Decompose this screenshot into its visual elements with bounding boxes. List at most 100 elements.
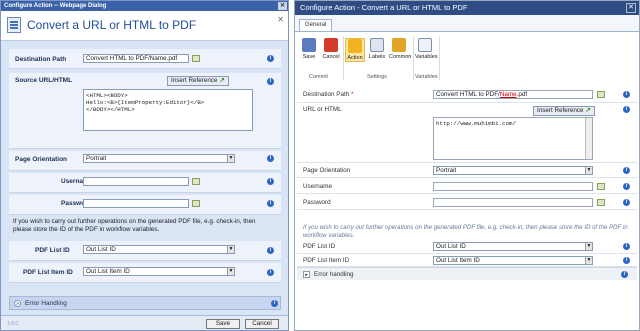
chevron-down-icon: ▼ xyxy=(585,243,592,250)
action-button[interactable]: Action xyxy=(345,38,365,62)
close-icon[interactable]: ✕ xyxy=(626,3,636,13)
expand-icon[interactable]: » xyxy=(14,300,21,307)
error-handling-section[interactable]: » Error Handling i xyxy=(9,296,281,310)
source-label: URL or HTML xyxy=(303,106,342,113)
orientation-row: Page Orientation Portrait ▼ i xyxy=(297,164,637,178)
error-handling-label: Error handling xyxy=(314,271,354,278)
destination-row: Destination Path Convert HTML to PDF/Nam… xyxy=(9,49,281,69)
orientation-select[interactable]: Portrait ▼ xyxy=(83,154,235,163)
error-handling-label: Error Handling xyxy=(25,300,67,307)
info-icon[interactable]: i xyxy=(623,183,630,190)
username-input[interactable] xyxy=(83,177,189,186)
orientation-label: Page Orientation xyxy=(303,167,351,174)
scrollbar[interactable] xyxy=(585,118,592,159)
info-icon[interactable]: i xyxy=(623,199,630,206)
action-label: Action xyxy=(347,55,363,61)
divider xyxy=(439,36,440,80)
pdf-list-item-id-label: PDF List Item ID xyxy=(23,269,73,276)
orientation-label: Page Orientation xyxy=(15,156,68,163)
password-input[interactable] xyxy=(433,198,593,207)
error-handling-section[interactable]: ▸ Error handling i xyxy=(297,267,637,280)
password-input[interactable] xyxy=(83,199,189,208)
name-token: Name xyxy=(499,91,517,98)
expand-icon[interactable]: ▸ xyxy=(303,271,310,278)
insert-reference-button[interactable]: Insert Reference ↗ xyxy=(167,76,229,86)
divider xyxy=(413,36,414,80)
save-button[interactable]: Save xyxy=(206,319,240,329)
pdf-list-item-id-select[interactable]: Out List Item ID ▼ xyxy=(83,267,235,276)
form-icon xyxy=(7,17,21,33)
close-icon[interactable]: ✕ xyxy=(278,2,287,10)
function-icon xyxy=(418,38,432,52)
arrow-icon: ↗ xyxy=(585,107,591,114)
required-marker: * xyxy=(350,91,354,98)
info-icon[interactable]: i xyxy=(267,178,274,185)
info-icon[interactable]: i xyxy=(267,78,274,85)
orientation-value: Portrait xyxy=(436,167,457,174)
info-icon[interactable]: i xyxy=(267,55,274,62)
group-settings: Settings xyxy=(367,74,387,80)
info-icon[interactable]: i xyxy=(623,106,630,113)
workflow-note: If you wish to carry out further operati… xyxy=(303,224,628,239)
save-button[interactable]: Save xyxy=(299,38,319,60)
pdf-list-id-row: PDF List ID Out List ID ▼ i xyxy=(297,240,637,254)
pdf-list-item-id-select[interactable]: Out List Item ID ▼ xyxy=(433,256,593,265)
source-textarea[interactable]: http://www.muhimbi.com/ xyxy=(433,117,593,160)
pdf-list-item-id-row: PDF List Item ID Out List Item ID ▼ i xyxy=(9,263,281,283)
info-icon[interactable]: i xyxy=(267,200,274,207)
save-label: Save xyxy=(302,54,316,60)
info-icon[interactable]: i xyxy=(623,257,630,264)
info-icon[interactable]: i xyxy=(623,243,630,250)
info-icon[interactable]: i xyxy=(271,300,278,307)
picker-icon[interactable] xyxy=(597,199,605,206)
chevron-down-icon: ▼ xyxy=(227,246,234,253)
ribbon: General Save Cancel Action Labels Common xyxy=(295,15,639,83)
info-icon[interactable]: i xyxy=(267,155,274,162)
cancel-button[interactable]: Cancel xyxy=(245,319,279,329)
tab-general[interactable]: General xyxy=(299,19,333,31)
pdf-list-id-value: Out List ID xyxy=(436,243,466,250)
labels-button[interactable]: Labels xyxy=(367,38,387,60)
picker-icon[interactable] xyxy=(597,91,605,98)
cancel-button[interactable]: Cancel xyxy=(321,38,341,60)
common-gear-icon xyxy=(392,38,406,52)
header-close-icon[interactable]: ✕ xyxy=(277,15,284,24)
username-label: Username xyxy=(303,183,333,190)
common-label: Common xyxy=(389,54,412,60)
webpage-dialog: Configure Action -- Webpage Dialog ✕ Con… xyxy=(0,0,289,331)
insert-reference-button[interactable]: Insert Reference ↗ xyxy=(533,106,595,116)
pdf-list-id-value: Out List ID xyxy=(86,246,116,253)
info-icon[interactable]: i xyxy=(623,91,630,98)
password-label: Password xyxy=(303,199,331,206)
variables-button[interactable]: Variables xyxy=(415,38,438,60)
picker-icon[interactable] xyxy=(597,183,605,190)
group-variables: Variables xyxy=(415,74,438,80)
pdf-list-item-id-row: PDF List Item ID Out List Item ID ▼ i xyxy=(297,254,637,267)
orientation-select[interactable]: Portrait ▼ xyxy=(433,166,593,175)
picker-icon[interactable] xyxy=(192,178,200,185)
password-row: Password i xyxy=(297,195,637,210)
pdf-list-id-select[interactable]: Out List ID ▼ xyxy=(433,242,593,251)
source-label: Source URL/HTML xyxy=(15,77,73,84)
info-icon[interactable]: i xyxy=(267,247,274,254)
destination-input[interactable]: Convert HTML to PDF/Name.pdf xyxy=(83,54,189,63)
source-textarea[interactable]: <HTML><BODY> Hello:<B>{ItemProperty:Edit… xyxy=(83,89,253,131)
common-button[interactable]: Common xyxy=(389,38,412,60)
username-input[interactable] xyxy=(433,182,593,191)
destination-input[interactable]: Convert HTML to PDF/Name.pdf xyxy=(433,90,593,99)
dialog-title: Configure Action - Convert a URL or HTML… xyxy=(300,3,468,12)
pdf-list-id-select[interactable]: Out List ID ▼ xyxy=(83,245,235,254)
cancel-label: Cancel xyxy=(322,54,340,60)
picker-icon[interactable] xyxy=(192,200,200,207)
info-icon[interactable]: i xyxy=(621,271,628,278)
arrow-icon: ↗ xyxy=(219,77,225,84)
dialog-button-bar: 1.0.0 Save Cancel xyxy=(1,315,288,330)
source-row: URL or HTML Insert Reference ↗ i http://… xyxy=(297,103,637,163)
info-icon[interactable]: i xyxy=(623,167,630,174)
picker-icon[interactable] xyxy=(192,55,200,62)
ribbon-body: Save Cancel Action Labels Common Variabl… xyxy=(295,31,639,83)
chevron-down-icon: ▼ xyxy=(227,268,234,275)
username-row: Username i xyxy=(297,179,637,194)
dialog-title: Configure Action -- Webpage Dialog xyxy=(4,3,107,9)
info-icon[interactable]: i xyxy=(267,269,274,276)
